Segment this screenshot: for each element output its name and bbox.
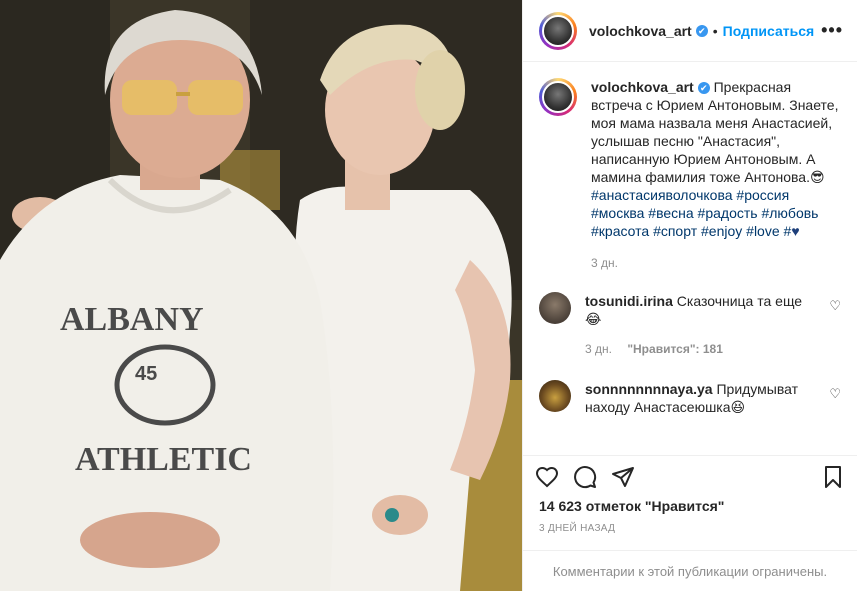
hashtag-link[interactable]: #москва (591, 205, 644, 221)
instagram-post: ALBANY 45 ATHLETIC volochkova_art ✔ • По… (0, 0, 857, 591)
post-header: volochkova_art ✔ • Подписаться ••• (523, 0, 857, 62)
hashtag-link[interactable]: #спорт (653, 223, 697, 239)
comment-emoji: 😂 (585, 311, 602, 327)
hashtag-link[interactable]: #enjoy (701, 223, 742, 239)
verified-badge-icon: ✔ (695, 24, 708, 37)
hashtag-link[interactable]: #любовь (761, 205, 818, 221)
caption-avatar[interactable] (539, 78, 577, 116)
post-side-panel: volochkova_art ✔ • Подписаться ••• voloc… (522, 0, 857, 591)
svg-text:45: 45 (135, 363, 157, 385)
comment-text-block: tosunidi.irina Сказочница та еще 😂 3 дн.… (585, 292, 802, 358)
hashtag-link[interactable]: #россия (736, 187, 789, 203)
post-age[interactable]: 3 ДНЕЙ НАЗАД (539, 523, 615, 534)
avatar-image (542, 14, 574, 47)
author-username[interactable]: volochkova_art (589, 23, 692, 39)
comment-meta: 3 дн. "Нравится": 181 (585, 340, 802, 358)
caption-emoji: 😎 (809, 169, 825, 185)
photo-illustration: ALBANY 45 ATHLETIC (0, 0, 522, 591)
hashtag-link[interactable]: #красота (591, 223, 649, 239)
caption-username[interactable]: volochkova_art (591, 79, 694, 95)
hashtag-link[interactable]: #весна (648, 205, 693, 221)
comment-username[interactable]: tosunidi.irina (585, 293, 673, 309)
comments-restricted-notice: Комментарии к этой публикации ограничены… (523, 550, 857, 592)
share-icon[interactable] (611, 465, 635, 489)
comment-text: Сказочница та еще (676, 293, 803, 309)
comment-likes[interactable]: "Нравится": 181 (627, 342, 723, 356)
post-photo[interactable]: ALBANY 45 ATHLETIC (0, 0, 522, 591)
caption-meta: 3 дн. (591, 254, 841, 272)
action-bar (523, 455, 857, 497)
heart-icon[interactable] (535, 465, 559, 489)
comment-time[interactable]: 3 дн. (585, 342, 612, 356)
commenter-avatar[interactable] (539, 292, 571, 324)
bookmark-icon[interactable] (821, 465, 845, 489)
author-avatar[interactable] (539, 11, 577, 50)
comment-icon[interactable] (573, 465, 597, 489)
comment-row: tosunidi.irina Сказочница та еще 😂 3 дн.… (539, 292, 841, 358)
caption-text-block: volochkova_art ✔ Прекрасная встреча с Юри… (591, 78, 841, 272)
header-separator: • (712, 22, 718, 39)
comment-text-block: sonnnnnnnnaya.ya Придумыват находу Анаст… (585, 380, 821, 416)
avatar-image (542, 81, 574, 113)
comment-username[interactable]: sonnnnnnnnaya.ya (585, 381, 713, 397)
comment-emoji: 😆 (730, 399, 746, 415)
comment-row: sonnnnnnnnaya.ya Придумыват находу Анаст… (539, 380, 841, 416)
hashtag-link[interactable]: #love (746, 223, 779, 239)
likes-count[interactable]: 14 623 отметок "Нравится" (539, 498, 724, 514)
verified-badge-icon: ✔ (697, 82, 710, 94)
caption-time[interactable]: 3 дн. (591, 256, 618, 270)
more-options-icon[interactable]: ••• (821, 20, 843, 41)
like-comment-heart-icon[interactable]: ♡ (821, 292, 841, 314)
commenter-avatar[interactable] (539, 380, 571, 412)
svg-text:ATHLETIC: ATHLETIC (75, 441, 252, 478)
hashtag-link[interactable]: #радость (698, 205, 758, 221)
hashtag-link[interactable]: #анастасияволочкова (591, 187, 733, 203)
blue-heart-icon: ♥ (791, 223, 800, 239)
comments-list[interactable]: volochkova_art ✔ Прекрасная встреча с Юри… (523, 62, 857, 455)
follow-button[interactable]: Подписаться (723, 23, 815, 39)
like-comment-heart-icon[interactable]: ♡ (821, 380, 841, 402)
caption-row: volochkova_art ✔ Прекрасная встреча с Юри… (539, 78, 841, 272)
svg-text:ALBANY: ALBANY (60, 301, 204, 338)
